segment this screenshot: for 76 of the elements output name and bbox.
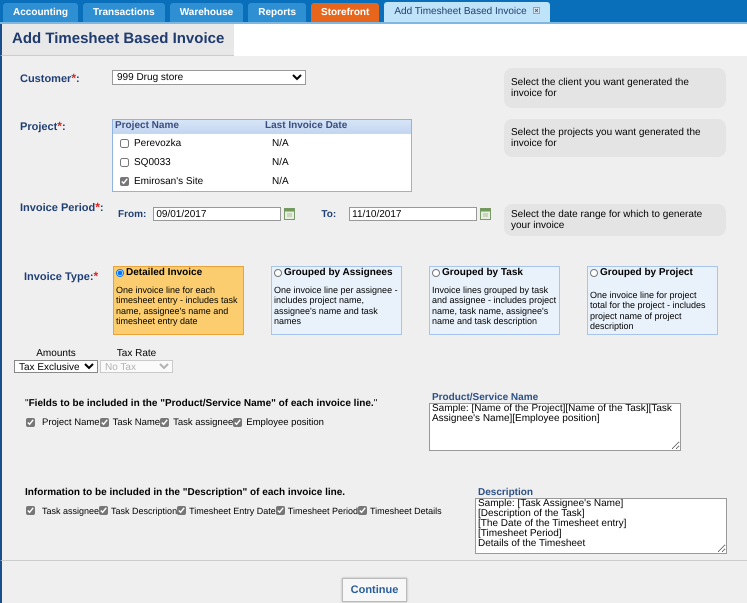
to-date-field[interactable]: 11/10/2017 <box>349 207 478 221</box>
project-checkbox[interactable] <box>120 177 129 186</box>
page-title: Add Timesheet Based Invoice <box>0 24 234 56</box>
table-cell-text: SQ0033 <box>133 157 172 168</box>
invoice-period-label: Invoice Period*: <box>20 200 105 214</box>
field-checkbox[interactable] <box>99 506 108 515</box>
table-cell: N/A <box>272 138 289 149</box>
checkbox-label: Timesheet Details <box>370 506 442 516</box>
radio-button[interactable] <box>432 269 440 278</box>
help-text: Select the date range for which to generate your invoice <box>504 204 726 236</box>
option-description: One invoice line for project total for the project - includes project name of project description <box>590 290 707 332</box>
option-description: One invoice line per assignee - includes project name, assignee's name and task names <box>274 284 399 326</box>
section-heading: Information to be included in the "Description" of each invoice line. <box>25 486 346 498</box>
amounts-select[interactable]: Tax Exclusive <box>14 360 98 372</box>
tax-rate-label: Tax Rate <box>116 348 156 358</box>
sample-text-area[interactable]: Sample: [Name of the Project][Name of the Task][Task Assignee's Name][Employee position] <box>429 402 681 450</box>
project-checkbox[interactable] <box>120 139 129 148</box>
invoice-type-label: Invoice Type:* <box>23 268 100 283</box>
help-text: Select the projects you want generated the invoice for <box>504 119 726 157</box>
field-checkbox[interactable] <box>233 418 242 426</box>
calendar-icon[interactable] <box>480 208 492 220</box>
tab[interactable]: Add Timesheet Based Invoice <box>384 2 550 22</box>
option-title: Grouped by Task <box>442 268 523 278</box>
field-checkbox[interactable] <box>100 418 109 426</box>
checkbox-label: Task assignee <box>42 506 100 516</box>
field-checkbox[interactable] <box>160 418 170 426</box>
sample-text-area[interactable]: Sample: [Task Assignee's Name] [Description of the Task] [The Date of the Timesheet entry] [Timesheet Period] Details of the Timesheet <box>475 498 727 554</box>
tab[interactable]: Accounting <box>3 3 78 22</box>
field-checkbox[interactable] <box>26 418 35 426</box>
sample-label: Product/Service Name <box>432 392 540 402</box>
field-checkbox[interactable] <box>276 506 285 515</box>
checkbox-label: Employee position <box>246 416 324 428</box>
tab[interactable]: Transactions <box>83 3 165 22</box>
checkbox-label: Timesheet Entry Date <box>189 506 276 516</box>
close-icon[interactable] <box>532 7 540 14</box>
tab[interactable]: Warehouse <box>170 3 244 22</box>
radio-button[interactable] <box>116 269 124 278</box>
customer-label: Customer*: <box>20 70 81 85</box>
sample-label: Description <box>478 486 534 498</box>
radio-button[interactable] <box>274 269 282 278</box>
invoice-type-option[interactable]: Detailed Invoice One invoice line for each timesheet entry - includes task name, assignee's name and timesheet entry date <box>113 266 244 334</box>
table-cell-text: Emirosan's Site <box>133 176 204 187</box>
tab[interactable]: Reports <box>248 3 306 22</box>
help-text: Select the client you want generated the invoice for <box>504 68 726 108</box>
radio-button[interactable] <box>590 269 598 278</box>
invoice-type-option[interactable]: Grouped by Project One invoice line for project total for the project - includes project name of project description <box>587 266 718 334</box>
option-title: Detailed Invoice <box>126 268 202 278</box>
from-date-field[interactable]: 09/01/2017 <box>153 207 282 221</box>
from-label: From: <box>118 208 146 220</box>
checkbox-label: Timesheet Period <box>288 506 358 516</box>
checkbox-label: Task Name <box>112 416 160 428</box>
checkbox-label: Task assignee <box>173 416 234 428</box>
checkbox-label: Task Description <box>111 506 178 516</box>
invoice-type-option[interactable]: Grouped by Task Invoice lines grouped by task and assignee - includes project name, task name, assignee's name and task description <box>429 266 560 334</box>
field-checkbox[interactable] <box>358 506 367 515</box>
project-checkbox[interactable] <box>120 158 129 167</box>
table-cell-text: Perevozka <box>133 138 182 149</box>
table-cell: N/A <box>272 157 289 168</box>
continue-button[interactable]: Continue <box>342 578 408 602</box>
invoice-type-option[interactable]: Grouped by Assignees One invoice line per assignee - includes project name, assignee's name and task names <box>271 266 402 334</box>
field-checkbox[interactable] <box>26 506 35 515</box>
option-title: Grouped by Assignees <box>284 268 393 278</box>
project-label: Project*: <box>20 119 67 133</box>
section-heading: "Fields to be included in the "Product/Service Name" of each invoice line." <box>25 398 378 408</box>
customer-select[interactable]: 999 Drug store <box>112 70 306 85</box>
option-description: One invoice line for each timesheet entry - includes task name, assignee's name and timesheet entry date <box>116 284 239 326</box>
checkbox-label: Project Name <box>42 416 100 428</box>
amounts-label: Amounts <box>36 348 76 358</box>
calendar-icon[interactable] <box>284 208 296 220</box>
column-header: Project Name <box>114 120 180 133</box>
field-checkbox[interactable] <box>177 506 186 515</box>
to-label: To: <box>321 208 336 220</box>
table-cell: N/A <box>272 176 289 187</box>
option-description: Invoice lines grouped by task and assignee - includes project name, task name, assignee's name and task description <box>432 284 557 326</box>
column-header: Last Invoice Date <box>265 120 348 133</box>
option-title: Grouped by Project <box>600 268 693 278</box>
